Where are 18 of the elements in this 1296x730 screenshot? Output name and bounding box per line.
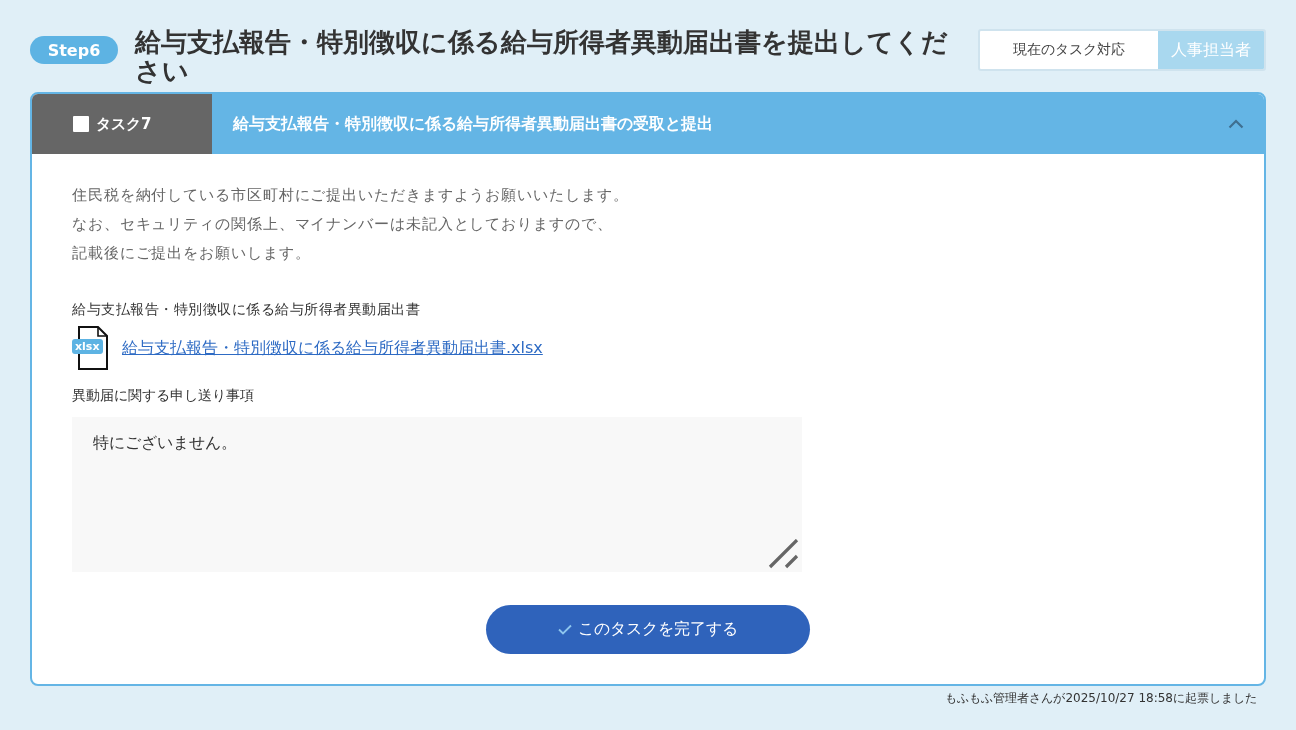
- task-checkbox[interactable]: [73, 116, 89, 132]
- task-title: 給与支払報告・特別徴収に係る給与所得者異動届出書の受取と提出: [233, 113, 714, 135]
- complete-task-button[interactable]: このタスクを完了する: [486, 605, 810, 654]
- notes-label: 異動届に関する申し送り事項: [72, 387, 255, 405]
- attachment-label: 給与支払報告・特別徴収に係る給与所得者異動届出書: [72, 301, 421, 319]
- resize-handle-icon[interactable]: [768, 539, 800, 569]
- created-by-note: もふもふ管理者さんが2025/10/27 18:58に起票しました: [944, 690, 1258, 707]
- check-icon: [558, 624, 572, 635]
- assignee-label: 人事担当者: [1158, 31, 1264, 69]
- chevron-up-icon[interactable]: [1228, 119, 1244, 129]
- file-download-link[interactable]: 給与支払報告・特別徴収に係る給与所得者異動届出書.xlsx: [122, 337, 543, 359]
- step-badge: Step6: [30, 36, 118, 64]
- assignment-label: 現在のタスク対応: [1012, 40, 1126, 59]
- notes-field[interactable]: 特にございません。: [72, 417, 802, 572]
- file-type-badge: xlsx: [72, 339, 103, 354]
- task-label: タスク7: [96, 114, 152, 134]
- page-title: 給与支払報告・特別徴収に係る給与所得者異動届出書を提出してください: [135, 28, 949, 86]
- task-description: 住民税を納付している市区町村にご提出いただきますようお願いいたします。 なお、セキュリティの関係上、マイナンバーは未記入としておりますので、 記載後にご提出をお願いします。: [72, 185, 630, 264]
